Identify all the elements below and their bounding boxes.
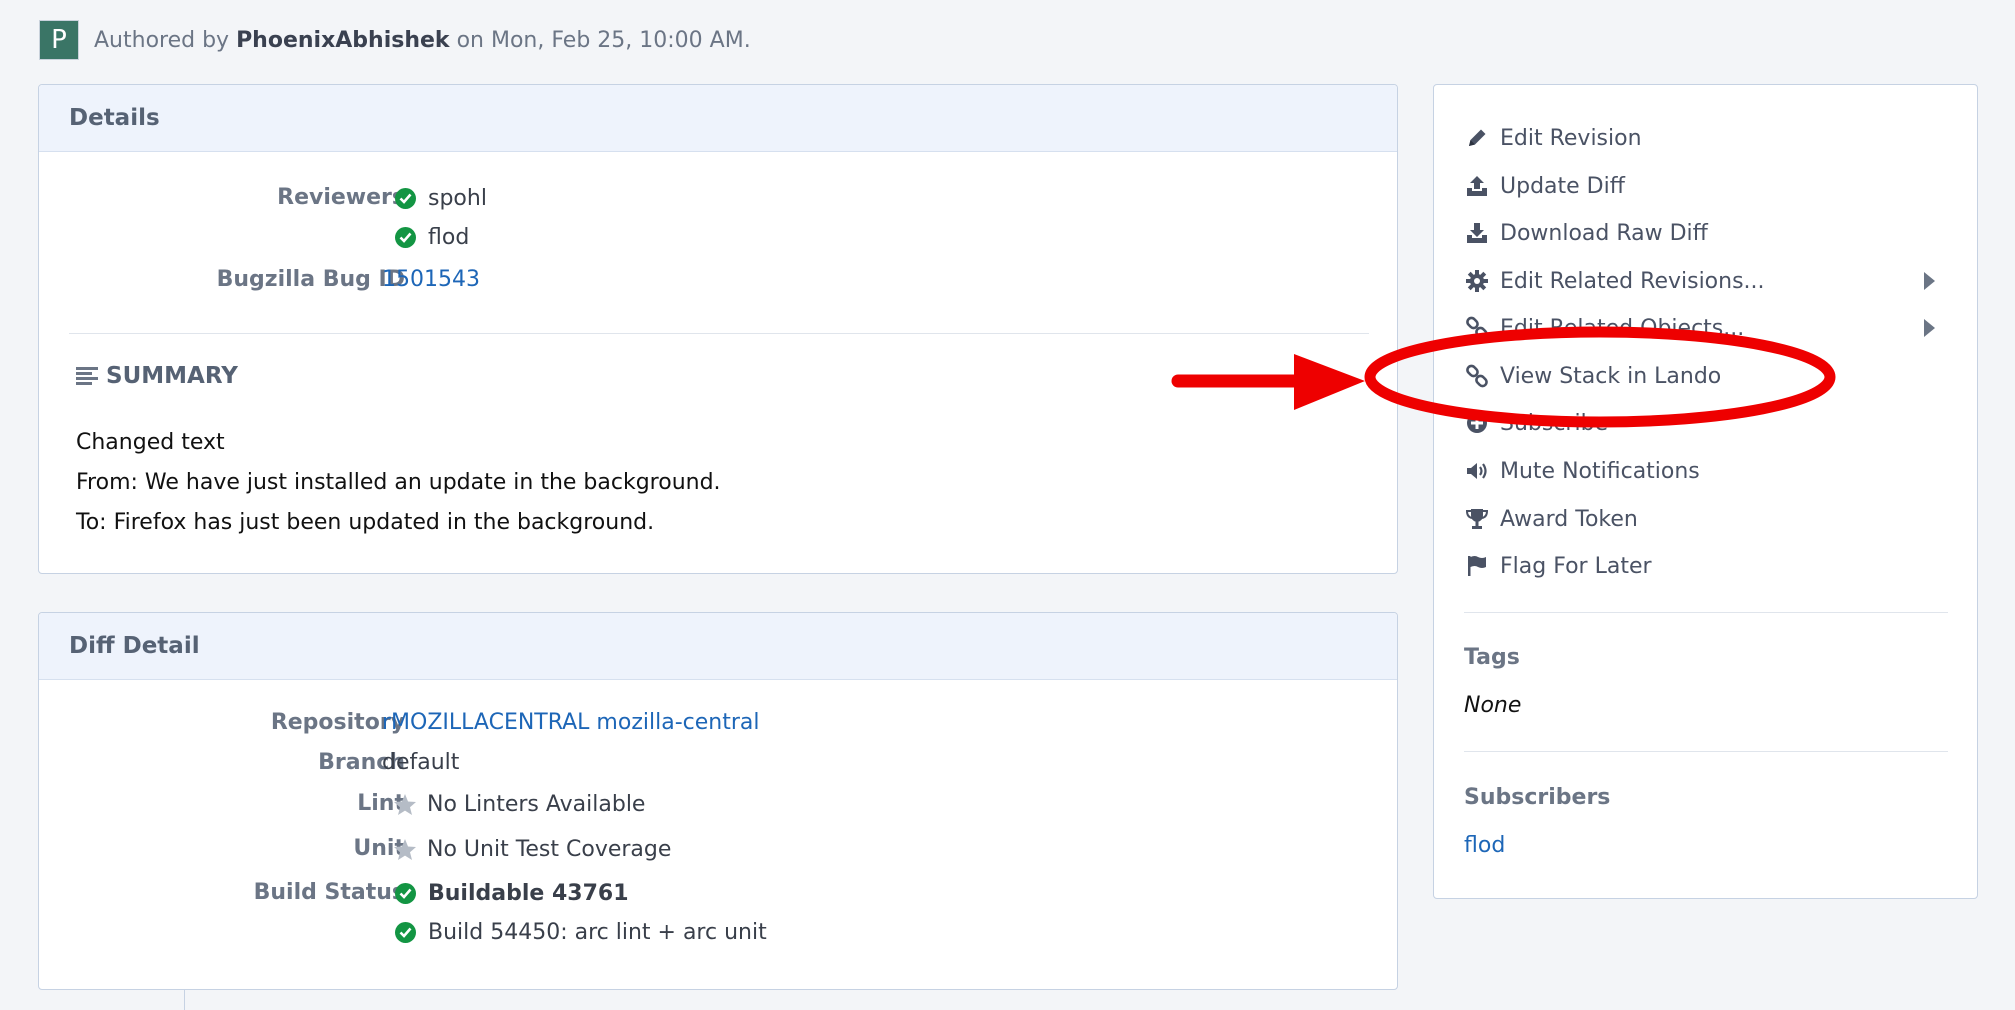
reviewer-name[interactable]: spohl xyxy=(428,186,487,211)
edit-related-objects-action[interactable]: Edit Related Objects... xyxy=(1464,308,1744,348)
summary-line: From: We have just installed an update i… xyxy=(76,470,721,495)
details-divider xyxy=(69,333,1369,334)
upload-icon xyxy=(1464,173,1490,199)
reviewer-item: flod xyxy=(395,225,469,250)
download-icon xyxy=(1464,220,1490,246)
build-item: Build 54450: arc lint + arc unit xyxy=(395,920,767,945)
tags-value: None xyxy=(1464,693,1522,718)
bug-link[interactable]: 1501543 xyxy=(382,267,480,292)
plus-circle-icon xyxy=(1464,410,1490,436)
author-prefix: Authored by xyxy=(94,27,230,53)
subscribe-action[interactable]: Subscribe xyxy=(1464,403,1608,443)
action-label: Download Raw Diff xyxy=(1500,220,1708,246)
summary-title: SUMMARY xyxy=(106,363,238,389)
view-stack-in-lando-action[interactable]: View Stack in Lando xyxy=(1464,356,1721,396)
diff-detail-panel: Diff Detail Repository rMOZILLACENTRAL m… xyxy=(38,612,1398,990)
timeline-line xyxy=(184,990,185,1010)
bug-label: Bugzilla Bug ID xyxy=(216,267,405,292)
check-icon xyxy=(395,922,416,943)
actions-divider xyxy=(1464,612,1948,613)
award-token-action[interactable]: Award Token xyxy=(1464,499,1638,539)
unit-status: No Unit Test Coverage xyxy=(393,837,671,862)
tags-label: Tags xyxy=(1464,645,1520,670)
edit-related-revisions-action[interactable]: Edit Related Revisions... xyxy=(1464,261,1765,301)
author-line: P Authored by PhoenixAbhishek on Mon, Fe… xyxy=(39,19,751,61)
pencil-icon xyxy=(1464,125,1490,151)
author-date: on Mon, Feb 25, 10:00 AM. xyxy=(456,27,751,53)
repository-link[interactable]: rMOZILLACENTRAL mozilla-central xyxy=(382,710,759,735)
action-label: Update Diff xyxy=(1500,173,1625,199)
summary-line: Changed text xyxy=(76,430,225,455)
trophy-icon xyxy=(1464,506,1490,532)
download-raw-diff-action[interactable]: Download Raw Diff xyxy=(1464,213,1708,253)
details-title: Details xyxy=(39,85,1397,152)
check-icon xyxy=(395,883,416,904)
build-link[interactable]: Build 54450: arc lint + arc unit xyxy=(428,920,767,945)
avatar[interactable]: P xyxy=(39,20,79,60)
action-label: View Stack in Lando xyxy=(1500,363,1722,389)
branch-label: Branch xyxy=(318,750,405,775)
author-info: Authored by PhoenixAbhishek on Mon, Feb … xyxy=(94,28,751,53)
action-label: Edit Related Revisions... xyxy=(1500,268,1765,294)
actions-panel: Edit Revision Update Diff Download Raw D… xyxy=(1433,84,1978,899)
subscribers-label: Subscribers xyxy=(1464,785,1611,810)
action-label: Edit Revision xyxy=(1500,125,1642,151)
check-icon xyxy=(395,188,416,209)
subscriber-link[interactable]: flod xyxy=(1464,833,1505,858)
edit-revision-action[interactable]: Edit Revision xyxy=(1464,118,1642,158)
lint-status: No Linters Available xyxy=(393,792,645,817)
tags-divider xyxy=(1464,751,1948,752)
build-item: Buildable 43761 xyxy=(395,881,629,906)
unit-label: Unit xyxy=(353,836,405,861)
star-icon xyxy=(393,793,417,816)
link-icon xyxy=(1464,315,1490,341)
chevron-right-icon[interactable] xyxy=(1924,272,1935,290)
update-diff-action[interactable]: Update Diff xyxy=(1464,166,1625,206)
action-label: Edit Related Objects... xyxy=(1500,315,1745,341)
lint-label: Lint xyxy=(357,791,405,816)
reviewer-name[interactable]: flod xyxy=(428,225,469,250)
mute-notifications-action[interactable]: Mute Notifications xyxy=(1464,451,1700,491)
star-icon xyxy=(393,838,417,861)
details-panel: Details Reviewers spohl flod Bugzilla Bu… xyxy=(38,84,1398,574)
link-icon xyxy=(1464,363,1490,389)
action-label: Flag For Later xyxy=(1500,553,1652,579)
volume-icon xyxy=(1464,458,1490,484)
branch-value: default xyxy=(382,750,460,775)
text-align-icon xyxy=(76,366,98,386)
action-label: Subscribe xyxy=(1500,410,1609,436)
summary-heading: SUMMARY xyxy=(76,363,238,389)
diff-detail-title: Diff Detail xyxy=(39,613,1397,680)
summary-line: To: Firefox has just been updated in the… xyxy=(76,510,655,535)
repository-label: Repository xyxy=(270,710,405,735)
lint-value: No Linters Available xyxy=(427,792,646,817)
gear-icon xyxy=(1464,268,1490,294)
action-label: Award Token xyxy=(1500,506,1638,532)
reviewers-label: Reviewers xyxy=(277,185,405,210)
check-icon xyxy=(395,227,416,248)
action-label: Mute Notifications xyxy=(1500,458,1700,484)
flag-for-later-action[interactable]: Flag For Later xyxy=(1464,546,1652,586)
buildable-link[interactable]: Buildable 43761 xyxy=(428,881,629,906)
author-name[interactable]: PhoenixAbhishek xyxy=(236,28,450,53)
unit-value: No Unit Test Coverage xyxy=(427,837,672,862)
chevron-right-icon[interactable] xyxy=(1924,319,1935,337)
flag-icon xyxy=(1464,553,1490,579)
reviewer-item: spohl xyxy=(395,186,487,211)
build-status-label: Build Status xyxy=(253,880,405,905)
